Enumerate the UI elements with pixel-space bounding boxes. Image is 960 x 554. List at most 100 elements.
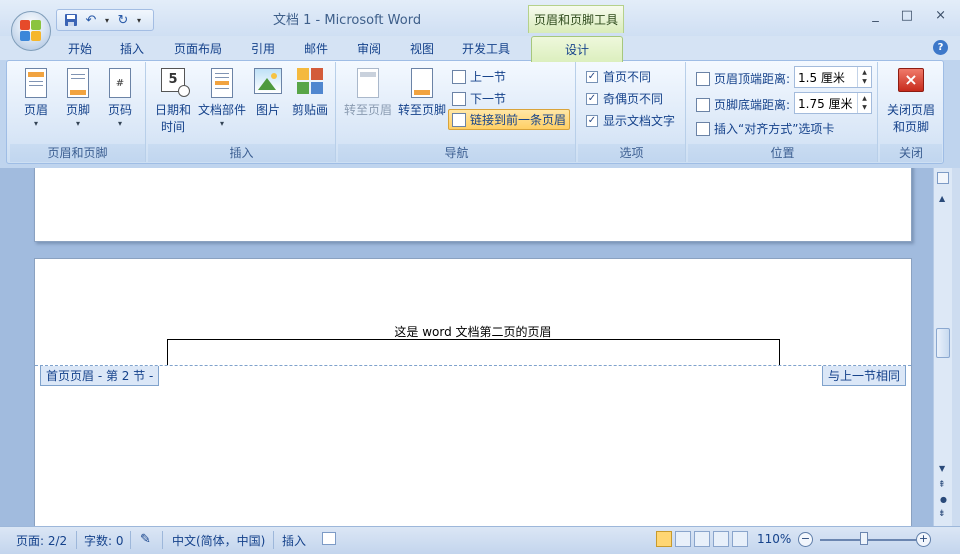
link-to-previous-label: 链接到前一条页眉	[470, 113, 567, 127]
help-icon[interactable]: ?	[933, 40, 948, 55]
quick-parts-label: 文档部件	[197, 103, 246, 117]
page-1[interactable]	[34, 168, 912, 242]
macro-recording-icon[interactable]	[322, 532, 336, 545]
checkbox-checked-icon: ✓	[586, 114, 598, 127]
different-odd-even-checkbox[interactable]: ✓ 奇偶页不同	[586, 90, 663, 107]
picture-icon	[254, 68, 282, 98]
checkbox-checked-icon: ✓	[586, 92, 598, 105]
quick-parts-button[interactable]: 文档部件 ▾	[196, 68, 248, 128]
language[interactable]: 中文(简体，中国)	[172, 532, 265, 549]
header-top-distance-input[interactable]: 1.5 厘米 ▲ ▼	[794, 66, 872, 88]
word-count[interactable]: 字数: 0	[84, 532, 124, 549]
header-distance-icon	[696, 71, 710, 86]
footer-distance-icon	[696, 97, 710, 112]
spinner-arrows-icon[interactable]: ▲ ▼	[857, 67, 871, 87]
tab-view[interactable]: 视图	[410, 40, 434, 57]
window-right-edge	[952, 168, 960, 526]
vertical-scrollbar[interactable]: ▲ ▼ ⇞ ● ⇟	[933, 168, 952, 526]
clip-art-button[interactable]: 剪贴画	[288, 68, 332, 118]
group-label-options: 选项	[578, 144, 685, 162]
chevron-down-icon: ▾	[117, 119, 122, 128]
show-document-text-checkbox[interactable]: ✓ 显示文档文字	[586, 112, 675, 129]
goto-footer-button[interactable]: 转至页脚	[396, 68, 448, 118]
page-number-button-label: 页码	[107, 103, 132, 117]
tab-home[interactable]: 开始	[68, 40, 92, 57]
page-number-button[interactable]: # 页码 ▾	[102, 68, 138, 128]
spinner-arrows-icon[interactable]: ▲ ▼	[857, 93, 871, 113]
status-separator	[162, 531, 163, 549]
header-button-label: 页眉	[23, 103, 48, 117]
undo-icon[interactable]: ↶	[83, 12, 99, 28]
status-separator	[76, 531, 77, 549]
picture-button[interactable]: 图片	[250, 68, 286, 118]
page-count[interactable]: 页面: 2/2	[16, 532, 67, 549]
tab-references[interactable]: 引用	[251, 40, 275, 57]
zoom-slider-knob[interactable]	[860, 532, 868, 545]
clip-art-label: 剪贴画	[291, 103, 328, 117]
calendar-icon: 5	[159, 68, 190, 98]
previous-section-label: 上一节	[470, 70, 507, 84]
footer-button[interactable]: 页脚 ▾	[60, 68, 96, 128]
group-label-navigation: 导航	[338, 144, 575, 162]
context-tab-title: 页眉和页脚工具	[528, 5, 624, 33]
ruler-toggle-icon[interactable]	[937, 172, 949, 184]
maximize-button[interactable]: □	[901, 8, 913, 23]
tab-design[interactable]: 设计	[531, 36, 623, 62]
goto-header-button[interactable]: 转至页眉	[342, 68, 394, 118]
proofing-icon[interactable]: ✎	[140, 532, 151, 547]
insert-alignment-tab-button[interactable]: 插入“对齐方式”选项卡	[696, 120, 834, 137]
status-separator	[273, 531, 274, 549]
quick-access-toolbar: ↶ ▾ ↻ ▾	[56, 9, 154, 31]
draft-view-icon[interactable]	[732, 531, 748, 547]
zoom-level[interactable]: 110%	[757, 532, 791, 546]
goto-header-icon	[354, 68, 382, 98]
different-first-page-checkbox[interactable]: ✓ 首页不同	[586, 68, 651, 85]
insert-mode[interactable]: 插入	[282, 532, 306, 549]
close-window-button[interactable]: ×	[935, 8, 946, 23]
group-label-close: 关闭	[880, 144, 942, 162]
office-button[interactable]	[11, 11, 51, 51]
web-layout-view-icon[interactable]	[694, 531, 710, 547]
group-label-insert: 插入	[148, 144, 335, 162]
print-layout-view-icon[interactable]	[656, 531, 672, 547]
redo-icon[interactable]: ↻	[115, 12, 131, 28]
tab-developer[interactable]: 开发工具	[462, 40, 510, 57]
close-header-footer-button[interactable]: × 关闭页眉 和页脚	[882, 68, 940, 135]
zoom-in-icon[interactable]: +	[916, 532, 931, 547]
tab-insert[interactable]: 插入	[120, 40, 144, 57]
tab-review[interactable]: 审阅	[357, 40, 381, 57]
zoom-slider[interactable]	[820, 539, 916, 541]
quick-parts-icon	[208, 68, 236, 98]
previous-section-button[interactable]: 上一节	[452, 68, 506, 85]
select-browse-object-icon[interactable]: ●	[940, 495, 947, 504]
header-section-label: 首页页眉 - 第 2 节 -	[40, 366, 160, 386]
next-page-icon[interactable]: ⇟	[938, 509, 946, 519]
header-button[interactable]: 页眉 ▾	[18, 68, 54, 128]
minimize-button[interactable]: _	[872, 8, 879, 23]
full-screen-reading-view-icon[interactable]	[675, 531, 691, 547]
footer-icon	[64, 68, 92, 98]
customize-qat-icon[interactable]: ▾	[135, 12, 143, 28]
undo-dropdown-icon[interactable]: ▾	[103, 12, 111, 28]
window-controls: _ □ ×	[872, 8, 946, 23]
footer-bottom-distance-input[interactable]: 1.75 厘米 ▲ ▼	[794, 92, 872, 114]
next-section-button[interactable]: 下一节	[452, 90, 506, 107]
page-2[interactable]: 这是 word 文档第二页的页眉 首页页眉 - 第 2 节 - 与上一节相同	[34, 258, 912, 526]
scroll-thumb[interactable]	[936, 328, 950, 358]
date-time-button[interactable]: 5 日期和 时间	[152, 68, 194, 135]
outline-view-icon[interactable]	[713, 531, 729, 547]
zoom-out-icon[interactable]: −	[798, 532, 813, 547]
previous-page-icon[interactable]: ⇞	[938, 480, 946, 490]
link-to-previous-button[interactable]: 链接到前一条页眉	[448, 109, 571, 130]
tab-page-layout[interactable]: 页面布局	[174, 40, 222, 57]
insert-alignment-tab-label: 插入“对齐方式”选项卡	[714, 122, 835, 136]
document-workspace[interactable]: 这是 word 文档第二页的页眉 首页页眉 - 第 2 节 - 与上一节相同	[0, 168, 933, 526]
scroll-up-icon[interactable]: ▲	[939, 194, 945, 203]
header-icon	[22, 68, 50, 98]
goto-header-label: 转至页眉	[343, 103, 392, 117]
scroll-down-icon[interactable]: ▼	[939, 464, 945, 473]
save-icon[interactable]	[63, 12, 79, 28]
window-title: 文档 1 - Microsoft Word	[273, 13, 422, 28]
tab-mailings[interactable]: 邮件	[304, 40, 328, 57]
header-text[interactable]: 这是 word 文档第二页的页眉	[35, 323, 911, 340]
